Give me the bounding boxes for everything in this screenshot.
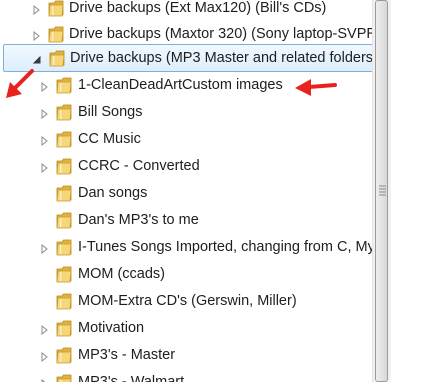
triangle-right-icon[interactable] xyxy=(39,134,49,147)
expand-icon xyxy=(39,188,49,198)
expand-icon xyxy=(39,269,49,279)
expand-icon xyxy=(39,215,49,225)
tree-item[interactable]: Drive backups (Ext Max120) (Bill's CDs) xyxy=(0,0,372,21)
tree-item-label: Bill Songs xyxy=(78,104,143,120)
tree-item[interactable]: I-Tunes Songs Imported, changing from C,… xyxy=(0,234,372,260)
triangle-right-icon[interactable] xyxy=(39,161,49,174)
tree-item-label: Drive backups (Maxtor 320) (Sony laptop-… xyxy=(69,26,372,42)
folder-icon xyxy=(55,75,73,95)
triangle-right-icon[interactable] xyxy=(39,80,49,93)
tree-item-label: Motivation xyxy=(78,320,145,336)
tree-item[interactable]: MP3's - Master xyxy=(0,342,372,368)
folder-icon xyxy=(55,264,73,284)
folder-icon xyxy=(55,129,73,149)
tree-item-label: CCRC - Converted xyxy=(78,158,200,174)
tree-item[interactable]: CCRC - Converted xyxy=(0,153,372,179)
tree-item-label: MP3's - Master xyxy=(78,347,176,363)
triangle-right-icon[interactable] xyxy=(39,242,49,255)
tree-item-label: MP3's - Walmart xyxy=(78,374,185,382)
tree-item[interactable]: 1-CleanDeadArtCustom images xyxy=(0,72,372,98)
folder-icon xyxy=(55,372,73,382)
tree-item[interactable]: MOM-Extra CD's (Gerswin, Miller) xyxy=(0,288,372,314)
tree-item[interactable]: Dan's MP3's to me xyxy=(0,207,372,233)
tree-item[interactable]: MP3's - Walmart xyxy=(0,369,372,382)
tree-item-label: MOM (ccads) xyxy=(78,266,165,282)
grip-icon xyxy=(379,185,386,196)
tree-item-selected[interactable]: Drive backups (MP3 Master and related fo… xyxy=(3,44,372,72)
tree-item-label: Drive backups (MP3 Master and related fo… xyxy=(70,50,372,66)
tree-item-label: CC Music xyxy=(78,131,141,147)
tree-item-label: Dan songs xyxy=(78,185,148,201)
triangle-right-icon[interactable] xyxy=(39,107,49,120)
vertical-scrollbar[interactable] xyxy=(372,0,391,382)
triangle-right-icon[interactable] xyxy=(31,29,41,42)
triangle-right-icon[interactable] xyxy=(39,350,49,363)
triangle-right-icon[interactable] xyxy=(39,377,49,382)
tree-item[interactable]: MOM (ccads) xyxy=(0,261,372,287)
folder-icon xyxy=(55,237,73,257)
tree-item-label: Drive backups (Ext Max120) (Bill's CDs) xyxy=(69,0,327,16)
scrollbar-thumb[interactable] xyxy=(375,0,388,382)
folder-icon xyxy=(55,291,73,311)
tree-item-label: 1-CleanDeadArtCustom images xyxy=(78,77,283,93)
folder-icon xyxy=(55,210,73,230)
tree-item-label: Dan's MP3's to me xyxy=(78,212,199,228)
tree-item[interactable]: Dan songs xyxy=(0,180,372,206)
tree-item-label: I-Tunes Songs Imported, changing from C,… xyxy=(78,239,372,255)
folder-icon xyxy=(55,318,73,338)
folder-icon xyxy=(55,345,73,365)
folder-icon xyxy=(47,0,65,18)
folder-icon xyxy=(55,102,73,122)
tree-item-label: MOM-Extra CD's (Gerswin, Miller) xyxy=(78,293,297,309)
folder-icon xyxy=(55,183,73,203)
folder-icon xyxy=(48,48,66,68)
folder-icon xyxy=(47,24,65,44)
triangle-down-icon[interactable] xyxy=(32,53,42,64)
tree-item[interactable]: CC Music xyxy=(0,126,372,152)
triangle-right-icon[interactable] xyxy=(39,323,49,336)
tree-item[interactable]: Motivation xyxy=(0,315,372,341)
folder-tree: Drive backups (Ext Max120) (Bill's CDs) … xyxy=(0,0,372,382)
folder-icon xyxy=(55,156,73,176)
expand-icon xyxy=(39,296,49,306)
tree-item[interactable]: Bill Songs xyxy=(0,99,372,125)
triangle-right-icon[interactable] xyxy=(31,3,41,16)
